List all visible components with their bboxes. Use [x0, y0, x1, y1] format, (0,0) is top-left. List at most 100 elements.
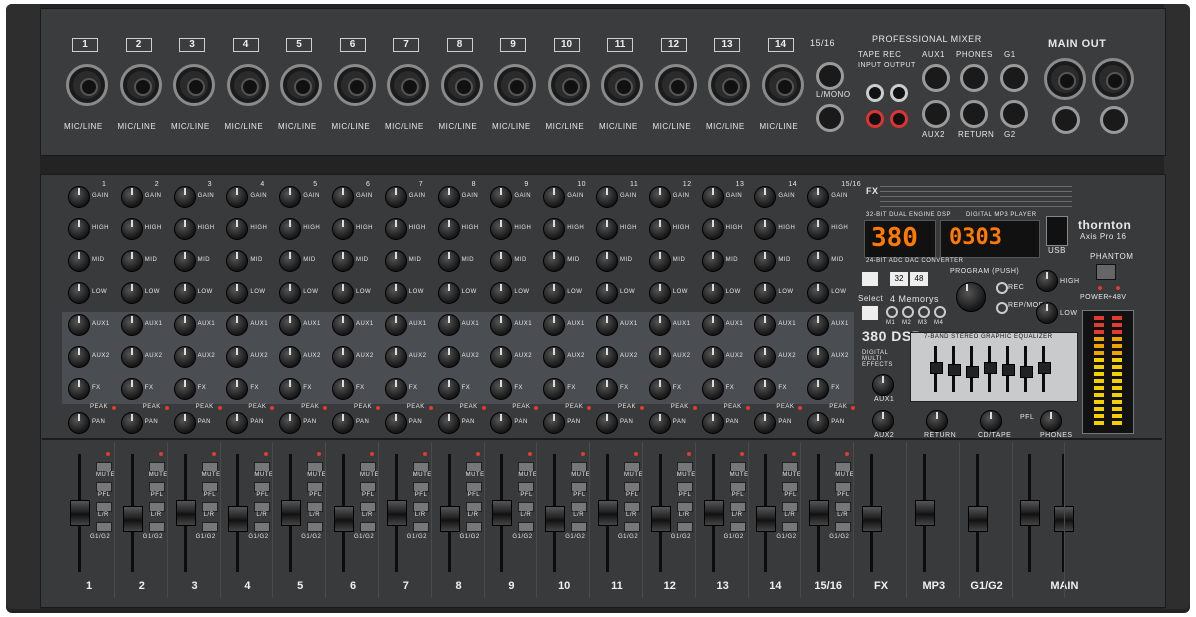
- channel-3-g1g2-button[interactable]: [201, 522, 218, 532]
- channel-11-pan-knob[interactable]: [596, 412, 618, 434]
- rep-mode-button[interactable]: [996, 302, 1008, 314]
- channel-13-fx-knob[interactable]: [701, 378, 724, 400]
- tape-in-r-rca[interactable]: [866, 110, 884, 128]
- fader-4[interactable]: [228, 506, 249, 532]
- channel-7-fx-knob[interactable]: [384, 378, 407, 400]
- geq-band-2-slider[interactable]: [948, 364, 961, 376]
- channel-7-mute-button[interactable]: [412, 462, 429, 472]
- fader-8[interactable]: [439, 506, 460, 532]
- channel-1-pfl-button[interactable]: [96, 482, 112, 492]
- channel-2-lr-button[interactable]: [148, 502, 165, 512]
- channel-8-gain-knob[interactable]: [437, 186, 460, 208]
- rec-button[interactable]: [996, 282, 1008, 294]
- channel-1-g1g2-button[interactable]: [96, 522, 112, 532]
- fader-3[interactable]: [175, 500, 196, 526]
- memory-M3-button[interactable]: [918, 306, 930, 318]
- channel-12-gain-knob[interactable]: [648, 186, 671, 208]
- cd-tape-knob[interactable]: [980, 410, 1002, 432]
- channel-1-gain-knob[interactable]: [68, 186, 90, 208]
- memory-M2-button[interactable]: [902, 306, 914, 318]
- channel-3-lr-button[interactable]: [201, 502, 218, 512]
- fader-7[interactable]: [386, 500, 407, 526]
- stereo-r-jack[interactable]: [816, 104, 844, 132]
- channel-10-mute-button[interactable]: [571, 462, 588, 472]
- channel-2-combo-input[interactable]: [119, 64, 162, 106]
- channel-13-aux2-knob[interactable]: [701, 346, 724, 368]
- channel-13-mid-knob[interactable]: [701, 250, 724, 272]
- channel-9-g1g2-button[interactable]: [518, 522, 535, 532]
- channel-7-low-knob[interactable]: [384, 282, 407, 304]
- channel-13-high-knob[interactable]: [701, 218, 724, 240]
- main-out-r-jack[interactable]: [1100, 106, 1128, 134]
- channel-6-aux1-knob[interactable]: [332, 314, 354, 336]
- channel-1-pan-knob[interactable]: [68, 412, 90, 434]
- channel-3-fx-knob[interactable]: [173, 378, 196, 400]
- channel-6-g1g2-button[interactable]: [360, 522, 376, 532]
- channel-14-g1g2-button[interactable]: [782, 522, 799, 532]
- usb-port[interactable]: [1046, 216, 1068, 246]
- channel-11-mute-button[interactable]: [624, 462, 640, 472]
- channel-5-lr-button[interactable]: [307, 502, 324, 512]
- channel-14-combo-input[interactable]: [761, 64, 804, 106]
- channel-4-pfl-button[interactable]: [254, 482, 271, 492]
- aux1-master-knob[interactable]: [872, 374, 894, 396]
- tape-out-r-rca[interactable]: [890, 110, 908, 128]
- fader-5[interactable]: [281, 500, 302, 526]
- select-button-2[interactable]: [862, 306, 878, 320]
- channel-11-lr-button[interactable]: [624, 502, 640, 512]
- channel-2-aux2-knob[interactable]: [120, 346, 143, 368]
- channel-5-g1g2-button[interactable]: [307, 522, 324, 532]
- main-out-l-jack[interactable]: [1052, 106, 1080, 134]
- channel-13-gain-knob[interactable]: [701, 186, 724, 208]
- channel-3-high-knob[interactable]: [173, 218, 196, 240]
- channel-12-aux2-knob[interactable]: [648, 346, 671, 368]
- fader-G1/G2[interactable]: [967, 506, 988, 532]
- channel-8-aux1-knob[interactable]: [437, 314, 460, 336]
- master-low-knob[interactable]: [1036, 302, 1058, 324]
- channel-3-mid-knob[interactable]: [173, 250, 196, 272]
- channel-7-lr-button[interactable]: [412, 502, 429, 512]
- channel-10-combo-input[interactable]: [547, 64, 590, 106]
- geq-band-7-slider[interactable]: [1038, 362, 1051, 374]
- channel-11-low-knob[interactable]: [596, 282, 618, 304]
- fader-12[interactable]: [650, 506, 671, 532]
- channel-2-pan-knob[interactable]: [120, 412, 143, 434]
- g1-jack[interactable]: [1000, 64, 1028, 92]
- channel-2-pfl-button[interactable]: [148, 482, 165, 492]
- fader-MP3[interactable]: [914, 500, 935, 526]
- fader-2[interactable]: [122, 506, 143, 532]
- channel-1-lr-button[interactable]: [96, 502, 112, 512]
- channel-4-lr-button[interactable]: [254, 502, 271, 512]
- channel-10-pfl-button[interactable]: [571, 482, 588, 492]
- channel-8-aux2-knob[interactable]: [437, 346, 460, 368]
- tape-out-l-rca[interactable]: [890, 84, 908, 102]
- geq-band-3-slider[interactable]: [966, 366, 979, 378]
- return-master-knob[interactable]: [926, 410, 948, 432]
- channel-15/16-pfl-button[interactable]: [835, 482, 852, 492]
- channel-3-aux1-knob[interactable]: [173, 314, 196, 336]
- program-encoder[interactable]: [956, 282, 986, 312]
- channel-6-mute-button[interactable]: [360, 462, 376, 472]
- channel-7-aux1-knob[interactable]: [384, 314, 407, 336]
- channel-5-pfl-button[interactable]: [307, 482, 324, 492]
- channel-2-fx-knob[interactable]: [120, 378, 143, 400]
- channel-3-aux2-knob[interactable]: [173, 346, 196, 368]
- channel-13-pfl-button[interactable]: [729, 482, 746, 492]
- channel-5-combo-input[interactable]: [280, 64, 322, 106]
- fader-11[interactable]: [598, 500, 618, 526]
- tape-in-l-rca[interactable]: [866, 84, 884, 102]
- phantom-switch[interactable]: [1096, 264, 1116, 280]
- channel-1-low-knob[interactable]: [68, 282, 90, 304]
- fader-6[interactable]: [334, 506, 354, 532]
- channel-3-mute-button[interactable]: [201, 462, 218, 472]
- channel-2-low-knob[interactable]: [120, 282, 143, 304]
- channel-7-high-knob[interactable]: [384, 218, 407, 240]
- channel-13-g1g2-button[interactable]: [729, 522, 746, 532]
- channel-12-pan-knob[interactable]: [648, 412, 671, 434]
- channel-12-combo-input[interactable]: [654, 64, 697, 106]
- channel-6-mid-knob[interactable]: [332, 250, 354, 272]
- channel-14-lr-button[interactable]: [782, 502, 799, 512]
- channel-6-pan-knob[interactable]: [332, 412, 354, 434]
- channel-2-mute-button[interactable]: [148, 462, 165, 472]
- channel-1-aux1-knob[interactable]: [68, 314, 90, 336]
